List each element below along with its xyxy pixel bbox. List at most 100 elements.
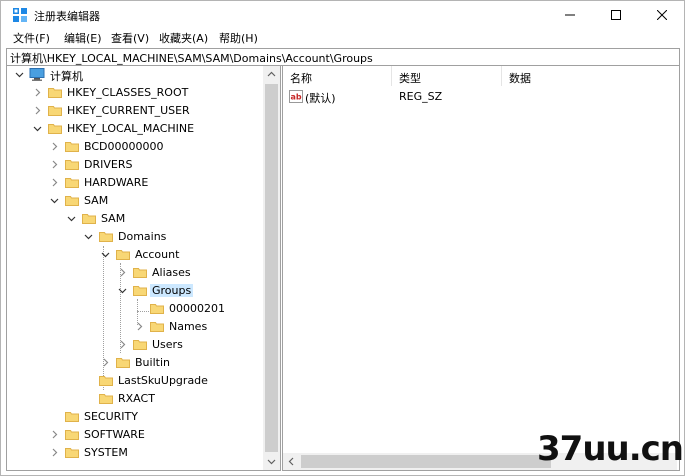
menu-file[interactable]: 文件(F) — [13, 30, 50, 46]
tree-node-lastskuupgrade[interactable]: LastSkuUpgrade — [7, 372, 263, 390]
tree-node-names[interactable]: Names — [7, 318, 263, 336]
chevron-down-icon[interactable] — [84, 232, 93, 241]
minimize-button[interactable] — [547, 1, 593, 29]
site-watermark: 37uu.cn — [537, 429, 684, 469]
folder-icon — [48, 106, 62, 116]
chevron-right-icon[interactable] — [101, 358, 110, 367]
key-tree-pane[interactable]: 计算机 HKEY_CLASSES_ROOT HKEY_CURRENT_USER … — [6, 65, 281, 471]
watermark-text: 37uu.cn — [537, 429, 684, 469]
tree-node-hklm[interactable]: HKEY_LOCAL_MACHINE — [7, 120, 263, 138]
chevron-right-icon[interactable] — [33, 106, 42, 115]
tree-label: SAM — [84, 194, 109, 207]
column-header-name[interactable]: 名称 — [283, 66, 391, 86]
tree-vertical-scrollbar[interactable] — [263, 66, 280, 470]
folder-open-icon — [48, 124, 62, 134]
tree-node-hardware[interactable]: HARDWARE — [7, 174, 263, 192]
menu-favorites[interactable]: 收藏夹(A) — [159, 30, 208, 46]
scroll-up-icon[interactable] — [267, 70, 276, 79]
folder-icon — [65, 178, 79, 188]
chevron-down-icon[interactable] — [67, 214, 76, 223]
close-button[interactable] — [639, 1, 684, 29]
tree-label: SOFTWARE — [84, 428, 145, 441]
tree-label: DRIVERS — [84, 158, 133, 171]
maximize-button[interactable] — [593, 1, 639, 29]
string-value-icon: ab — [289, 90, 303, 103]
tree-node-aliases[interactable]: Aliases — [7, 264, 263, 282]
scroll-left-icon[interactable] — [287, 457, 296, 466]
tree-node-drivers[interactable]: DRIVERS — [7, 156, 263, 174]
chevron-down-icon[interactable] — [118, 286, 127, 295]
tree-label: BCD00000000 — [84, 140, 164, 153]
tree-label: SECURITY — [84, 410, 138, 423]
value-type: REG_SZ — [399, 90, 443, 103]
tree-node-00000201[interactable]: 00000201 — [7, 300, 263, 318]
close-icon — [657, 10, 667, 20]
chevron-down-icon[interactable] — [33, 124, 42, 133]
folder-open-icon — [99, 232, 113, 242]
chevron-right-icon[interactable] — [50, 160, 59, 169]
maximize-icon — [611, 10, 621, 20]
tree-label: SYSTEM — [84, 446, 128, 459]
chevron-right-icon[interactable] — [118, 340, 127, 349]
folder-icon — [65, 412, 79, 422]
tree-node-bcd[interactable]: BCD00000000 — [7, 138, 263, 156]
folder-icon — [99, 394, 113, 404]
chevron-right-icon[interactable] — [118, 268, 127, 277]
tree-label: Account — [135, 248, 180, 261]
tree-node-rxact[interactable]: RXACT — [7, 390, 263, 408]
tree-node-account[interactable]: Account — [7, 246, 263, 264]
chevron-right-icon[interactable] — [33, 88, 42, 97]
tree-node-sam[interactable]: SAM — [7, 192, 263, 210]
address-bar[interactable]: 计算机\HKEY_LOCAL_MACHINE\SAM\SAM\Domains\A… — [6, 48, 680, 66]
tree-label: Users — [152, 338, 183, 351]
folder-open-icon — [82, 214, 96, 224]
scrollbar-thumb[interactable] — [265, 84, 278, 452]
registry-editor-icon — [13, 8, 27, 22]
tree-label: HKEY_CLASSES_ROOT — [67, 86, 189, 99]
folder-icon — [65, 448, 79, 458]
chevron-right-icon[interactable] — [50, 430, 59, 439]
tree-label: SAM — [101, 212, 126, 225]
folder-icon — [116, 358, 130, 368]
tree-node-computer[interactable]: 计算机 — [7, 66, 263, 84]
tree-label: Groups — [150, 284, 194, 297]
folder-icon — [65, 142, 79, 152]
registry-editor-window: 注册表编辑器 文件(F) 编辑(E) 查看(V) 收藏夹(A) 帮助(H) 计算… — [0, 0, 685, 476]
column-label: 名称 — [290, 72, 312, 85]
chevron-right-icon[interactable] — [50, 142, 59, 151]
chevron-down-icon[interactable] — [15, 70, 24, 79]
menu-view[interactable]: 查看(V) — [111, 30, 149, 46]
column-header-data[interactable]: 数据 — [502, 66, 677, 86]
chevron-down-icon[interactable] — [101, 250, 110, 259]
tree-label: LastSkuUpgrade — [118, 374, 208, 387]
value-row[interactable]: ab (默认) REG_SZ — [283, 88, 677, 106]
tree-node-domains[interactable]: Domains — [7, 228, 263, 246]
tree-node-users[interactable]: Users — [7, 336, 263, 354]
chevron-right-icon[interactable] — [50, 178, 59, 187]
tree-node-software[interactable]: SOFTWARE — [7, 426, 263, 444]
tree-node-groups[interactable]: Groups — [7, 282, 263, 300]
folder-icon — [99, 376, 113, 386]
tree-node-hkcr[interactable]: HKEY_CLASSES_ROOT — [7, 84, 263, 102]
folder-icon — [65, 430, 79, 440]
column-header-type[interactable]: 类型 — [392, 66, 501, 86]
svg-text:ab: ab — [291, 93, 302, 102]
minimize-icon — [565, 14, 575, 16]
tree-node-builtin[interactable]: Builtin — [7, 354, 263, 372]
tree-node-security[interactable]: SECURITY — [7, 408, 263, 426]
chevron-right-icon[interactable] — [50, 448, 59, 457]
scrollbar-thumb[interactable] — [301, 455, 551, 468]
chevron-right-icon[interactable] — [135, 322, 144, 331]
folder-icon — [133, 268, 147, 278]
values-pane[interactable]: 名称 类型 数据 ab (默认) REG_SZ — [282, 65, 680, 471]
tree-node-system[interactable]: SYSTEM — [7, 444, 263, 462]
scroll-down-icon[interactable] — [267, 457, 276, 466]
tree-label: HARDWARE — [84, 176, 149, 189]
chevron-down-icon[interactable] — [50, 196, 59, 205]
tree-node-sam-sam[interactable]: SAM — [7, 210, 263, 228]
tree-node-hkcu[interactable]: HKEY_CURRENT_USER — [7, 102, 263, 120]
menu-help[interactable]: 帮助(H) — [219, 30, 258, 46]
address-path: 计算机\HKEY_LOCAL_MACHINE\SAM\SAM\Domains\A… — [10, 52, 373, 65]
folder-open-icon — [116, 250, 130, 260]
menu-edit[interactable]: 编辑(E) — [64, 30, 102, 46]
